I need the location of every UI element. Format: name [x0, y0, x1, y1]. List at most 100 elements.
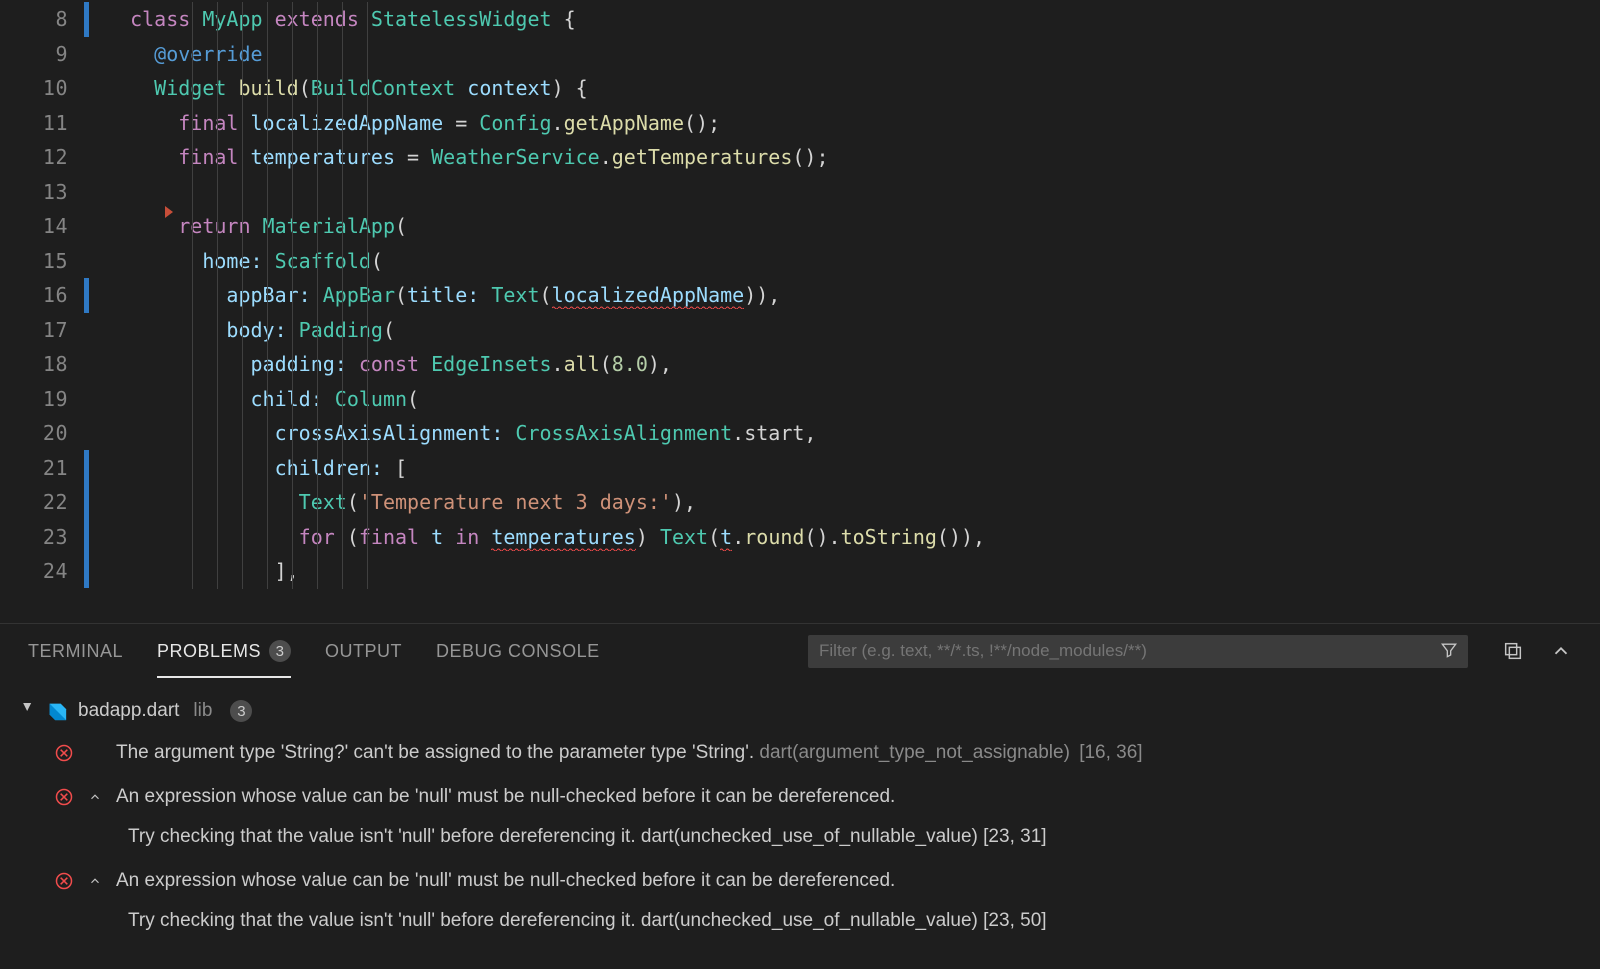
error-icon [54, 865, 74, 897]
code-token: appBar: [226, 283, 322, 307]
tab-output[interactable]: OUTPUT [325, 624, 402, 678]
code-token: temperatures [491, 525, 636, 551]
code-line[interactable]: @override [82, 37, 1600, 72]
code-line[interactable]: children: [ [82, 451, 1600, 486]
code-token: t [720, 525, 732, 551]
code-area[interactable]: class MyApp extends StatelessWidget { @o… [82, 2, 1600, 623]
code-token: . [600, 145, 612, 169]
code-token: ()), [937, 525, 985, 549]
collapse-all-icon[interactable] [1502, 640, 1524, 662]
code-token: build [238, 76, 298, 100]
problems-file-row[interactable]: ▸ badapp.dart lib 3 [20, 691, 1580, 731]
code-token: getTemperatures [612, 145, 793, 169]
code-line[interactable] [82, 175, 1600, 210]
code-token: ( [395, 214, 407, 238]
code-token: round [744, 525, 804, 549]
code-token: (); [684, 111, 720, 135]
code-token: final [359, 525, 431, 549]
problems-filter-field[interactable] [819, 641, 1457, 661]
code-token: ( [600, 352, 612, 376]
problem-row[interactable]: The argument type 'String?' can't be ass… [20, 731, 1580, 775]
code-line[interactable]: ], [82, 554, 1600, 589]
code-line[interactable]: padding: const EdgeInsets.all(8.0), [82, 347, 1600, 382]
problems-count-badge: 3 [269, 640, 291, 662]
modified-gutter-bar [84, 278, 89, 313]
code-token: crossAxisAlignment: [275, 421, 516, 445]
modified-gutter-bar [84, 450, 89, 588]
code-token: MyApp [202, 7, 274, 31]
filter-funnel-icon[interactable] [1439, 640, 1459, 660]
chevron-up-icon[interactable] [86, 781, 104, 813]
code-token: ), [648, 352, 672, 376]
code-token: EdgeInsets [431, 352, 551, 376]
code-line[interactable]: home: Scaffold( [82, 244, 1600, 279]
file-problem-count-badge: 3 [230, 700, 252, 722]
code-line[interactable]: Widget build(BuildContext context) { [82, 71, 1600, 106]
code-line[interactable]: Text('Temperature next 3 days:'), [82, 485, 1600, 520]
indent-guide [242, 2, 243, 589]
code-token: MaterialApp [263, 214, 395, 238]
code-token: ( [540, 283, 552, 307]
code-token: . [552, 352, 564, 376]
code-token: . [552, 111, 564, 135]
code-token: ( [347, 490, 359, 514]
code-token: CrossAxisAlignment [515, 421, 732, 445]
code-line[interactable]: return MaterialApp( [82, 209, 1600, 244]
chevron-down-icon[interactable]: ▸ [18, 703, 38, 719]
line-number: 11 [0, 106, 68, 141]
problem-message: The argument type 'String?' can't be ass… [116, 737, 1143, 769]
code-line[interactable]: final temperatures = WeatherService.getT… [82, 140, 1600, 175]
code-token: = [395, 145, 431, 169]
code-token: (). [804, 525, 840, 549]
code-token: ) [636, 525, 660, 549]
tab-problems[interactable]: PROBLEMS 3 [157, 624, 291, 678]
line-number: 23 [0, 520, 68, 555]
problem-row[interactable]: An expression whose value can be 'null' … [20, 775, 1580, 819]
code-line[interactable]: final localizedAppName = Config.getAppNa… [82, 106, 1600, 141]
code-line[interactable]: appBar: AppBar(title: Text(localizedAppN… [82, 278, 1600, 313]
code-line[interactable]: body: Padding( [82, 313, 1600, 348]
code-token: body: [226, 318, 298, 342]
line-number: 15 [0, 244, 68, 279]
line-number: 13 [0, 175, 68, 210]
tab-debug-console[interactable]: DEBUG CONSOLE [436, 624, 600, 678]
code-token: all [564, 352, 600, 376]
line-number: 8 [0, 2, 68, 37]
code-token: Padding [299, 318, 383, 342]
line-number: 10 [0, 71, 68, 106]
code-token: Column [335, 387, 407, 411]
code-line[interactable]: class MyApp extends StatelessWidget { [82, 2, 1600, 37]
line-number: 24 [0, 554, 68, 589]
code-token: ) { [552, 76, 588, 100]
code-token: in [443, 525, 491, 549]
code-token: AppBar [323, 283, 395, 307]
code-token: 'Temperature next 3 days:' [359, 490, 672, 514]
line-number: 14 [0, 209, 68, 244]
line-number: 20 [0, 416, 68, 451]
code-token: )), [744, 283, 780, 307]
tab-terminal[interactable]: TERMINAL [28, 624, 123, 678]
indent-guide [217, 2, 218, 589]
code-token: { [564, 7, 576, 31]
problems-filter-input[interactable] [808, 635, 1468, 668]
code-token: WeatherService [431, 145, 600, 169]
chevron-up-icon[interactable] [86, 865, 104, 897]
code-token: ], [275, 559, 299, 583]
problem-row[interactable]: An expression whose value can be 'null' … [20, 859, 1580, 903]
code-line[interactable]: child: Column( [82, 382, 1600, 417]
line-number: 22 [0, 485, 68, 520]
collapsed-region-indicator[interactable] [165, 206, 173, 218]
code-token: ( [299, 76, 311, 100]
code-editor[interactable]: 89101112131415161718192021222324 class M… [0, 0, 1600, 623]
code-token: t [431, 525, 443, 549]
code-token: Text [660, 525, 708, 549]
code-token: 8.0 [612, 352, 648, 376]
code-line[interactable]: for (final t in temperatures) Text(t.rou… [82, 520, 1600, 555]
code-line[interactable]: crossAxisAlignment: CrossAxisAlignment.s… [82, 416, 1600, 451]
code-token: Widget [154, 76, 238, 100]
indent-guide [192, 2, 193, 589]
chevron-up-icon[interactable] [1550, 640, 1572, 662]
code-token: .start, [732, 421, 816, 445]
code-token: return [178, 214, 262, 238]
code-token: localizedAppName [552, 283, 745, 309]
